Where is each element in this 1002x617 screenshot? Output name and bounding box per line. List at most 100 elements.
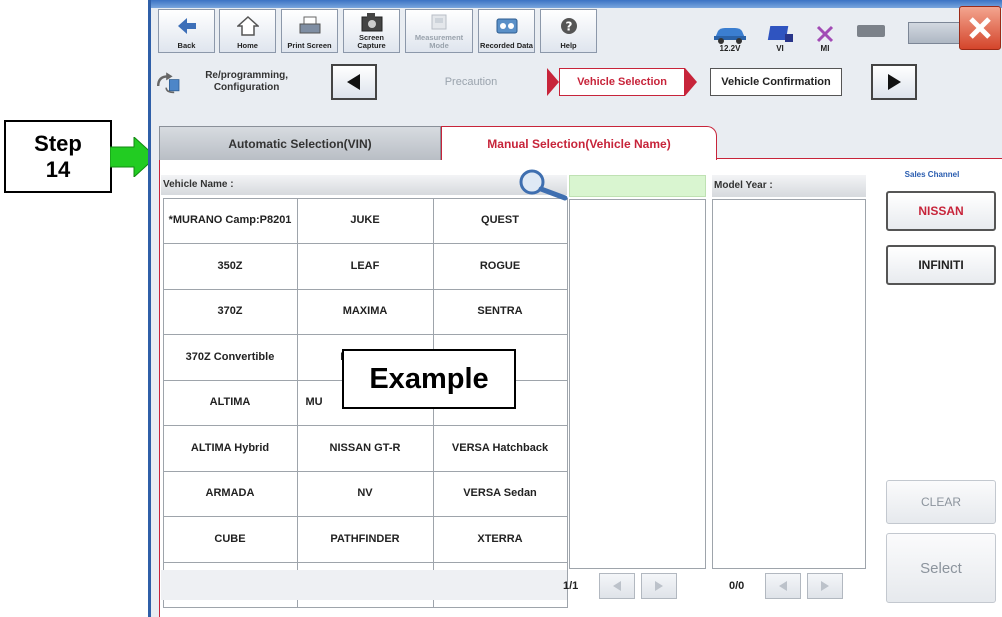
battery-icon [857, 25, 885, 37]
vehicle-option[interactable]: ALTIMA Hybrid [162, 425, 298, 472]
vehicle-option[interactable]: *MURANO Camp:P8201 [162, 197, 298, 244]
triangle-left-icon [347, 74, 360, 90]
page-prev-button[interactable] [765, 573, 801, 599]
vehicle-option[interactable]: ARMADA [162, 470, 298, 517]
back-label: Back [177, 41, 196, 50]
triangle-right-icon [888, 74, 901, 90]
vehicle-list-footer [161, 570, 567, 600]
triangle-right-icon [655, 581, 663, 591]
tab-manual-selection[interactable]: Manual Selection(Vehicle Name) [441, 126, 717, 160]
close-icon [969, 17, 991, 39]
vehicle-option[interactable]: LEAF [296, 243, 434, 290]
select-button[interactable]: Select [886, 533, 996, 603]
vi-label: VI [776, 44, 784, 53]
close-button[interactable] [959, 6, 1001, 50]
page-next-button[interactable] [641, 573, 677, 599]
search-field[interactable] [569, 175, 706, 197]
chevron-right-icon [547, 68, 559, 96]
page-next-button[interactable] [807, 573, 843, 599]
recorded-data-button[interactable]: Recorded Data [478, 9, 535, 53]
step-number: 14 [45, 156, 71, 182]
vehicle-option[interactable]: NV [296, 470, 434, 517]
home-button[interactable]: Home [219, 9, 276, 53]
step-precaution: Precaution [444, 76, 498, 88]
previous-step-button[interactable] [331, 64, 377, 100]
module-name: Re/programming, Configuration [205, 70, 288, 93]
step-label: Step [34, 130, 82, 156]
back-arrow-icon [177, 18, 196, 34]
measurement-icon [431, 14, 447, 30]
model-year-header: Model Year : [712, 175, 866, 197]
vehicle-option[interactable]: 370Z [162, 288, 298, 335]
triangle-left-icon [779, 581, 787, 591]
vehicle-option[interactable]: PATHFINDER [296, 516, 434, 563]
nissan-channel-button[interactable]: NISSAN [886, 191, 996, 231]
vehicle-option[interactable]: MAXIMA [296, 288, 434, 335]
battery-voltage: 12.2V [719, 44, 741, 53]
vi-status: VI [760, 9, 800, 53]
print-screen-button[interactable]: Print Screen [281, 9, 338, 53]
vehicle-option[interactable]: CUBE [162, 516, 298, 563]
window-minimize-button[interactable] [908, 22, 960, 44]
step-callout: Step 14 [4, 120, 112, 193]
infiniti-channel-button[interactable]: INFINITI [886, 245, 996, 285]
status-indicators: 12.2V VI MI [706, 9, 916, 53]
vehicle-option[interactable]: 370Z Convertible [162, 334, 298, 381]
screen-capture-button[interactable]: Screen Capture [343, 9, 400, 53]
reprogramming-icon [156, 72, 180, 94]
mi-label: MI [820, 44, 830, 53]
measurement-mode-label: Measurement Mode [414, 33, 464, 50]
module-indicator: Re/programming, Configuration [155, 64, 307, 100]
vehicle-option[interactable]: XTERRA [432, 516, 568, 563]
vehicle-sub-list[interactable] [569, 199, 706, 569]
page-indicator: 1/1 [563, 580, 579, 592]
help-button[interactable]: ? Help [540, 9, 597, 53]
navigation-row: Re/programming, Configuration Precaution… [151, 58, 1002, 116]
mi-status: MI [806, 9, 844, 53]
camera-icon [361, 13, 382, 32]
model-year-list[interactable] [712, 199, 866, 569]
triangle-left-icon [613, 581, 621, 591]
example-overlay-label: Example [342, 349, 516, 409]
vehicle-option[interactable]: ROGUE [432, 243, 568, 290]
print-screen-label: Print Screen [287, 41, 332, 50]
mi-disconnected-icon [816, 25, 834, 43]
measurement-mode-button[interactable]: Measurement Mode [405, 9, 473, 53]
vehicle-option[interactable]: SENTRA [432, 288, 568, 335]
vehicle-option[interactable]: NISSAN GT-R [296, 425, 434, 472]
vehicle-option[interactable]: QUEST [432, 197, 568, 244]
recorded-data-label: Recorded Data [480, 41, 533, 50]
triangle-right-icon [821, 581, 829, 591]
vehicle-list-pager: 1/1 [563, 572, 677, 600]
vehicle-option[interactable]: VERSA Hatchback [432, 425, 568, 472]
help-icon: ? [560, 18, 577, 34]
home-label: Home [237, 41, 258, 50]
next-step-button[interactable] [871, 64, 917, 100]
title-bar [151, 0, 1002, 8]
step-vehicle-confirmation: Vehicle Confirmation [710, 68, 842, 96]
battery-indicator [852, 9, 892, 53]
vehicle-option[interactable]: ALTIMA [162, 379, 298, 426]
vehicle-name-header: Vehicle Name : [161, 175, 567, 195]
battery-status: 12.2V [706, 9, 754, 53]
car-icon [714, 28, 746, 44]
vi-connector-icon [767, 26, 793, 42]
sales-channel-label: Sales Channel [904, 170, 960, 179]
back-button[interactable]: Back [158, 9, 215, 53]
clear-button[interactable]: CLEAR [886, 480, 996, 524]
page-prev-button[interactable] [599, 573, 635, 599]
vehicle-option[interactable]: VERSA Sedan [432, 470, 568, 517]
consult-app-window: Back Home Print Screen Screen Capture Me… [148, 0, 1002, 617]
model-year-pager: 0/0 [729, 572, 843, 600]
printer-icon [299, 16, 320, 34]
svg-text:?: ? [565, 20, 572, 34]
chevron-right-icon [685, 68, 697, 96]
page-indicator: 0/0 [729, 580, 745, 592]
vehicle-option[interactable]: JUKE [296, 197, 434, 244]
tab-automatic-selection[interactable]: Automatic Selection(VIN) [159, 126, 441, 160]
screen-capture-label: Screen Capture [357, 33, 386, 50]
home-icon [236, 15, 259, 36]
search-icon[interactable] [513, 168, 569, 202]
recorded-data-icon [496, 18, 517, 34]
vehicle-option[interactable]: 350Z [162, 243, 298, 290]
